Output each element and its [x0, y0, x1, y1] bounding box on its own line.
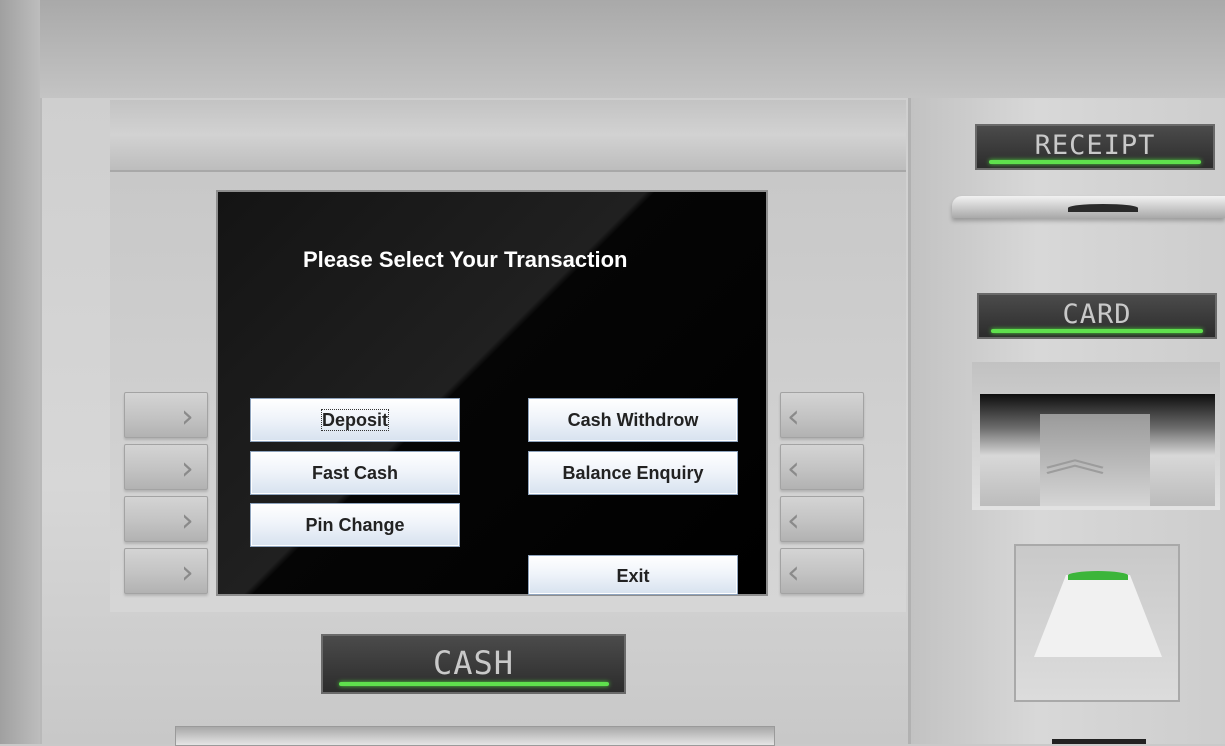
chevron-left-icon: ‹ — [787, 449, 800, 487]
exit-button[interactable]: Exit — [528, 555, 738, 595]
cash-dispenser-label: CASH — [321, 634, 626, 694]
left-side-key-1[interactable]: › — [124, 392, 208, 438]
chevron-right-icon: › — [181, 397, 194, 435]
balance-enquiry-button[interactable]: Balance Enquiry — [528, 451, 738, 495]
cash-withdraw-button[interactable]: Cash Withdrow — [528, 398, 738, 442]
atm-header-bar — [110, 100, 906, 172]
cash-indicator-light — [339, 682, 609, 686]
receipt-slot-opening — [1068, 204, 1138, 212]
chevron-right-icon: › — [181, 501, 194, 539]
chevron-up-icon: ︽ — [1044, 440, 1106, 480]
right-side-key-1[interactable]: ‹ — [780, 392, 864, 438]
chevron-left-icon: ‹ — [787, 501, 800, 539]
deposit-button-label: Deposit — [320, 409, 390, 431]
card-label-text: CARD — [1062, 299, 1132, 330]
cash-label-text: CASH — [432, 644, 515, 682]
pin-change-button[interactable]: Pin Change — [250, 503, 460, 547]
receipt-label: RECEIPT — [975, 124, 1215, 170]
fast-cash-button[interactable]: Fast Cash — [250, 451, 460, 495]
cash-withdraw-button-label: Cash Withdrow — [567, 410, 699, 430]
deposit-button[interactable]: Deposit — [250, 398, 460, 442]
right-side-key-4[interactable]: ‹ — [780, 548, 864, 594]
card-indicator-light — [991, 329, 1203, 333]
balance-enquiry-button-label: Balance Enquiry — [562, 463, 704, 483]
exit-button-label: Exit — [616, 566, 650, 586]
screen-title: Please Select Your Transaction — [303, 247, 628, 272]
chevron-right-icon: › — [181, 553, 194, 591]
left-side-key-4[interactable]: › — [124, 548, 208, 594]
receipt-label-text: RECEIPT — [1034, 130, 1156, 161]
left-side-key-2[interactable]: › — [124, 444, 208, 490]
chevron-left-icon: ‹ — [787, 397, 800, 435]
right-side-key-2[interactable]: ‹ — [780, 444, 864, 490]
left-side-key-3[interactable]: › — [124, 496, 208, 542]
right-side-key-3[interactable]: ‹ — [780, 496, 864, 542]
bottom-slot-shadow — [1052, 739, 1146, 744]
card-label: CARD — [977, 293, 1217, 339]
fast-cash-button-label: Fast Cash — [311, 463, 399, 483]
chevron-right-icon: › — [181, 449, 194, 487]
atm-left-wall — [0, 0, 40, 744]
atm-top-hood — [20, 0, 1225, 98]
chevron-left-icon: ‹ — [787, 553, 800, 591]
receipt-indicator-light — [989, 160, 1201, 164]
keypad-indicator-light — [1068, 571, 1128, 580]
pin-change-button-label: Pin Change — [305, 515, 405, 535]
cash-tray — [175, 726, 775, 746]
